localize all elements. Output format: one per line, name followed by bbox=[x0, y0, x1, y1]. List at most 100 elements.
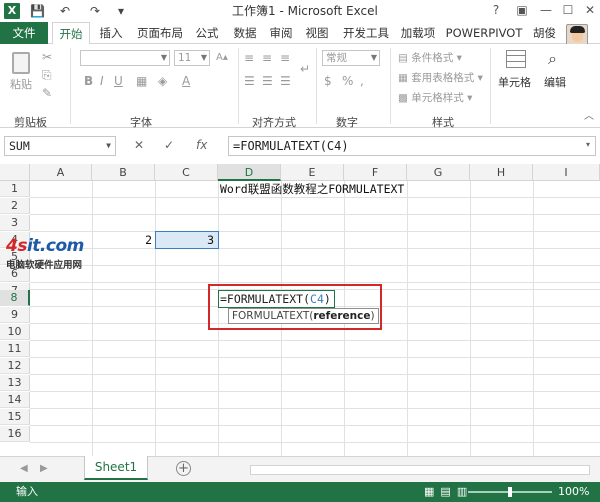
cell-C4[interactable]: 3 bbox=[155, 232, 217, 248]
column-header[interactable]: A bbox=[30, 164, 92, 181]
align-right-icon[interactable]: ☰ bbox=[280, 74, 291, 88]
grid-line bbox=[30, 374, 600, 375]
column-header[interactable]: I bbox=[533, 164, 600, 181]
chevron-down-icon: ▾ bbox=[474, 72, 483, 84]
horizontal-scrollbar[interactable] bbox=[250, 465, 590, 475]
minimize-button[interactable]: — bbox=[538, 2, 554, 18]
wrap-text-icon[interactable]: ↵ bbox=[300, 62, 310, 76]
avatar[interactable] bbox=[566, 24, 588, 46]
save-icon[interactable]: 💾 bbox=[30, 3, 45, 19]
zoom-level[interactable]: 100% bbox=[558, 482, 589, 502]
tab-developer[interactable]: 开发工具 bbox=[338, 22, 394, 44]
tab-file[interactable]: 文件 bbox=[0, 22, 48, 44]
row-header[interactable]: 1 bbox=[0, 181, 30, 197]
edit-button[interactable]: ⌕ 编辑 bbox=[540, 48, 576, 94]
row-header[interactable]: 13 bbox=[0, 375, 30, 391]
tab-add-ins[interactable]: 加载项 bbox=[396, 22, 440, 44]
add-sheet-icon[interactable]: + bbox=[176, 461, 191, 476]
close-button[interactable]: ✕ bbox=[582, 2, 598, 18]
column-header[interactable]: F bbox=[344, 164, 407, 181]
page-layout-view-icon[interactable]: ▤ bbox=[440, 485, 456, 498]
customize-qat-icon[interactable]: ▾ bbox=[118, 3, 124, 19]
row-header[interactable]: 9 bbox=[0, 307, 30, 323]
align-bottom-icon[interactable]: ≡ bbox=[280, 51, 290, 65]
cancel-formula-icon[interactable]: ✕ bbox=[134, 138, 144, 152]
percent-icon[interactable]: % bbox=[342, 74, 353, 88]
bold-icon[interactable]: B bbox=[84, 74, 93, 88]
row-header[interactable]: 3 bbox=[0, 215, 30, 231]
row-header[interactable]: 11 bbox=[0, 341, 30, 357]
grow-font-icon[interactable]: A▴ bbox=[216, 51, 228, 65]
column-header[interactable]: C bbox=[155, 164, 218, 181]
align-center-icon[interactable]: ☰ bbox=[262, 74, 273, 88]
watermark-logo-part: .com bbox=[39, 236, 84, 256]
underline-icon[interactable]: U bbox=[114, 74, 123, 88]
next-sheet-icon[interactable]: ▶ bbox=[40, 463, 48, 474]
row-header[interactable]: 12 bbox=[0, 358, 30, 374]
normal-view-icon[interactable]: ▦ bbox=[424, 485, 440, 498]
paste-button[interactable]: 粘贴 bbox=[8, 50, 36, 91]
font-family-select[interactable]: ▼ bbox=[80, 50, 170, 66]
row-header[interactable]: 14 bbox=[0, 392, 30, 408]
maximize-button[interactable]: ☐ bbox=[560, 2, 576, 18]
enter-formula-icon[interactable]: ✓ bbox=[164, 138, 174, 152]
grid-line bbox=[30, 340, 600, 341]
align-middle-icon[interactable]: ≡ bbox=[262, 51, 272, 65]
number-format-select[interactable]: 常规 ▼ bbox=[322, 50, 380, 66]
align-top-icon[interactable]: ≡ bbox=[244, 51, 254, 65]
name-box[interactable]: SUM ▼ bbox=[4, 136, 116, 156]
select-all-button[interactable] bbox=[0, 164, 30, 181]
insert-function-icon[interactable]: fx bbox=[196, 138, 207, 152]
cut-icon[interactable]: ✂ bbox=[42, 50, 52, 64]
column-header[interactable]: B bbox=[92, 164, 155, 181]
cell-style-button[interactable]: ▩ 单元格样式 ▾ bbox=[398, 90, 472, 105]
italic-icon[interactable]: I bbox=[100, 74, 104, 88]
copy-icon[interactable]: ⎘ bbox=[42, 68, 52, 82]
tab-insert[interactable]: 插入 bbox=[94, 22, 128, 44]
undo-icon[interactable]: ↶ bbox=[60, 3, 70, 19]
name-box-value: SUM bbox=[9, 139, 30, 153]
row-header[interactable]: 10 bbox=[0, 324, 30, 340]
row-header[interactable]: 15 bbox=[0, 409, 30, 425]
watermark-logo-part: it bbox=[26, 236, 40, 256]
grid-line bbox=[92, 181, 93, 456]
row-header[interactable]: 2 bbox=[0, 198, 30, 214]
zoom-slider-thumb[interactable] bbox=[508, 487, 512, 497]
column-header[interactable]: H bbox=[470, 164, 533, 181]
redo-icon[interactable]: ↷ bbox=[90, 3, 100, 19]
column-header[interactable]: G bbox=[407, 164, 470, 181]
tab-powerpivot[interactable]: POWERPIVOT bbox=[444, 22, 524, 44]
cell-D1[interactable]: Word联盟函数教程之FORMULATEXT bbox=[220, 181, 404, 197]
row-header[interactable]: 8 bbox=[0, 290, 30, 306]
align-left-icon[interactable]: ☰ bbox=[244, 74, 255, 88]
worksheet-grid[interactable]: A B C D E F G H I 1 2 3 4 5 6 7 8 9 10 1… bbox=[0, 164, 600, 456]
comma-style-icon[interactable]: , bbox=[360, 74, 364, 88]
column-header[interactable]: D bbox=[218, 164, 281, 181]
formula-input[interactable]: =FORMULATEXT(C4) bbox=[228, 136, 596, 156]
cells-button[interactable]: 单元格 bbox=[496, 48, 536, 94]
tab-review[interactable]: 审阅 bbox=[264, 22, 298, 44]
row-header[interactable]: 16 bbox=[0, 426, 30, 442]
tab-home[interactable]: 开始 bbox=[52, 22, 90, 45]
tab-formulas[interactable]: 公式 bbox=[190, 22, 224, 44]
user-name[interactable]: 胡俊 bbox=[533, 22, 556, 44]
tab-view[interactable]: 视图 bbox=[300, 22, 334, 44]
conditional-format-button[interactable]: ▤ 条件格式 ▾ bbox=[398, 50, 462, 65]
font-color-icon[interactable]: A bbox=[182, 74, 190, 88]
expand-formula-bar-icon[interactable]: ▾ bbox=[586, 140, 590, 149]
table-format-button[interactable]: ▦ 套用表格格式 ▾ bbox=[398, 70, 483, 85]
view-buttons[interactable]: ▦▤▥ bbox=[424, 482, 473, 502]
collapse-ribbon-icon[interactable]: ︿ bbox=[584, 110, 594, 124]
tab-page-layout[interactable]: 页面布局 bbox=[132, 22, 188, 44]
sheet-tab[interactable]: Sheet1 bbox=[84, 456, 148, 480]
border-icon[interactable]: ▦ bbox=[136, 74, 147, 88]
format-painter-icon[interactable]: ✎ bbox=[42, 86, 52, 100]
tab-data[interactable]: 数据 bbox=[228, 22, 262, 44]
font-size-select[interactable]: 11 ▼ bbox=[174, 50, 210, 66]
currency-icon[interactable]: $ bbox=[324, 74, 332, 88]
prev-sheet-icon[interactable]: ◀ bbox=[20, 463, 28, 474]
fill-color-icon[interactable]: ◈ bbox=[158, 74, 167, 88]
ribbon-options-button[interactable]: ▣ bbox=[514, 2, 530, 18]
help-button[interactable]: ? bbox=[488, 2, 504, 18]
column-header[interactable]: E bbox=[281, 164, 344, 181]
